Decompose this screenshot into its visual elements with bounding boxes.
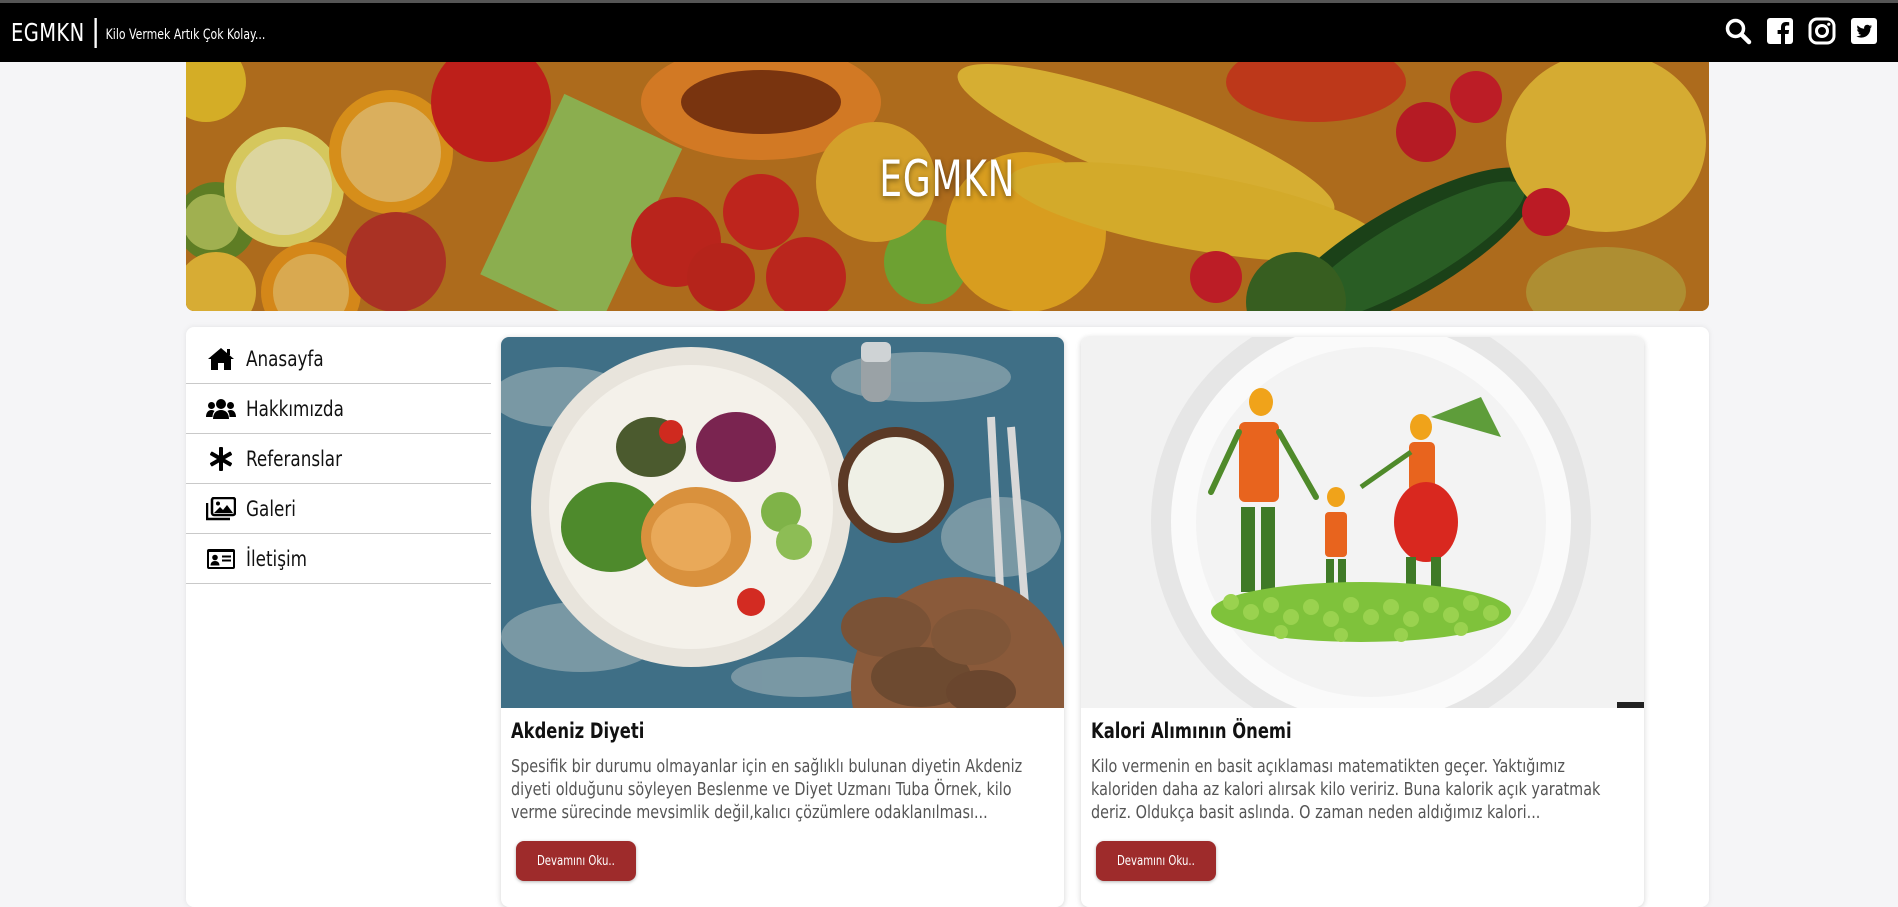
sidebar-item-galeri[interactable]: Galeri <box>186 484 491 534</box>
article-image-calories[interactable] <box>1081 337 1644 708</box>
social-icons <box>1724 17 1878 45</box>
article-image-mediterranean[interactable] <box>501 337 1064 708</box>
sidebar-item-label: Galeri <box>246 496 296 521</box>
users-icon <box>206 396 236 422</box>
article-card: Kalori Alımının Önemi Kilo vermenin en b… <box>1081 337 1644 907</box>
brand-tagline: Kilo Vermek Artık Çok Kolay... <box>105 26 266 43</box>
twitter-icon[interactable] <box>1850 17 1878 45</box>
images-icon <box>206 496 236 522</box>
sidebar-item-iletisim[interactable]: İletişim <box>186 534 491 584</box>
top-navbar: EGMKN Kilo Vermek Artık Çok Kolay... <box>0 0 1898 62</box>
id-card-icon <box>206 546 236 572</box>
search-icon[interactable] <box>1724 17 1752 45</box>
article-excerpt: Spesifik bir durumu olmayanlar için en s… <box>511 756 1023 823</box>
article-excerpt: Kilo vermenin en basit açıklaması matema… <box>1091 756 1601 823</box>
instagram-icon[interactable] <box>1808 17 1836 45</box>
brand-name: EGMKN <box>11 18 85 47</box>
read-more-button[interactable]: Devamını Oku.. <box>516 841 636 881</box>
sidebar-nav: Anasayfa Hakkımızda Referanslar Galeri İ… <box>186 334 491 584</box>
sidebar-item-anasayfa[interactable]: Anasayfa <box>186 334 491 384</box>
sidebar-item-label: İletişim <box>246 546 307 571</box>
sidebar-item-referanslar[interactable]: Referanslar <box>186 434 491 484</box>
sidebar-item-label: Anasayfa <box>246 346 324 371</box>
article-title[interactable]: Kalori Alımının Önemi <box>1091 719 1292 743</box>
sidebar-item-label: Referanslar <box>246 446 342 471</box>
hero-title: EGMKN <box>879 150 1016 208</box>
home-icon <box>206 346 236 372</box>
sidebar-item-hakkimizda[interactable]: Hakkımızda <box>186 384 491 434</box>
article-card: Akdeniz Diyeti Spesifik bir durumu olmay… <box>501 337 1064 907</box>
asterisk-icon <box>206 446 236 472</box>
article-title[interactable]: Akdeniz Diyeti <box>511 719 644 743</box>
facebook-icon[interactable] <box>1766 17 1794 45</box>
brand[interactable]: EGMKN Kilo Vermek Artık Çok Kolay... <box>11 17 266 48</box>
read-more-button[interactable]: Devamını Oku.. <box>1096 841 1216 881</box>
brand-divider <box>94 17 98 48</box>
hero-banner: EGMKN <box>186 62 1709 311</box>
sidebar-item-label: Hakkımızda <box>246 396 344 421</box>
